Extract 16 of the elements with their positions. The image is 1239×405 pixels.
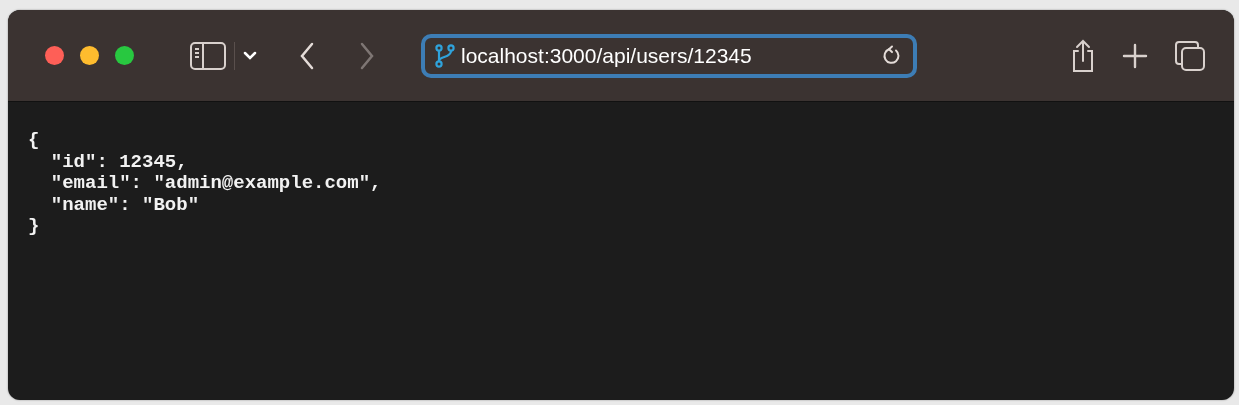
- new-tab-icon[interactable]: [1122, 42, 1148, 69]
- json-line: "name": "Bob": [49, 194, 200, 216]
- minimize-button[interactable]: [80, 46, 99, 65]
- json-line: }: [28, 216, 40, 238]
- json-line: {: [28, 130, 40, 152]
- branch-icon: [435, 43, 455, 68]
- json-line: "email": "admin@example.com",: [49, 173, 382, 195]
- address-bar[interactable]: localhost:3000/api/users/12345: [421, 33, 917, 78]
- sidebar-icon[interactable]: [190, 41, 226, 70]
- tabs-overview-icon[interactable]: [1174, 39, 1206, 72]
- url-text: localhost:3000/api/users/12345: [461, 43, 753, 68]
- share-icon[interactable]: [1070, 38, 1096, 73]
- chevron-down-icon[interactable]: [243, 50, 257, 61]
- maximize-button[interactable]: [115, 46, 134, 65]
- close-button[interactable]: [45, 46, 64, 65]
- json-line: "id": 12345,: [49, 151, 188, 173]
